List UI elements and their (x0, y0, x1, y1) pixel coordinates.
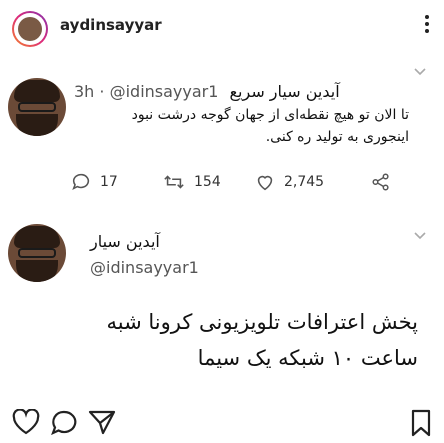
tweet-text-line-1: تا الان تو هیچ نقطه‌ای از جهان گوجه درشت… (131, 107, 409, 123)
profile-avatar[interactable] (12, 11, 48, 47)
more-options-icon[interactable] (424, 12, 430, 36)
like-button[interactable]: 2,745 (254, 170, 324, 194)
tweet-header: 3h · @idinsayyar1 آیدین سیار سریع (74, 82, 409, 101)
like-count: 2,745 (284, 174, 325, 190)
chevron-down-icon[interactable] (414, 68, 426, 76)
comment-icon[interactable] (50, 409, 78, 435)
tweet-handle[interactable]: @idinsayyar1 (90, 258, 199, 277)
tweet-text-line-2: ساعت ۱۰ شبکه یک سیما (197, 346, 418, 370)
tweet-author-avatar[interactable] (8, 224, 66, 282)
tweet-author-name[interactable]: آیدین سیار (90, 232, 160, 251)
tweet-actions: 17 154 2,745 (70, 170, 400, 198)
share-icon (372, 173, 389, 191)
chevron-down-icon[interactable] (414, 232, 426, 240)
avatar-face-icon (18, 17, 42, 41)
tweet-handle[interactable]: @idinsayyar1 (110, 82, 219, 101)
heart-icon[interactable] (12, 409, 40, 435)
tweet-author-name[interactable]: آیدین سیار سریع (230, 82, 340, 101)
share-button[interactable] (370, 170, 392, 194)
retweet-count: 154 (194, 174, 221, 190)
bookmark-icon[interactable] (410, 409, 432, 437)
tweet-text-line-1: پخش اعترافات تلویزیونی کرونا شبه (106, 310, 418, 334)
reply-button[interactable]: 17 (70, 170, 118, 194)
retweet-icon (164, 175, 184, 189)
tweet-author-avatar[interactable] (8, 78, 66, 136)
share-direct-icon[interactable] (88, 409, 116, 435)
heart-icon (257, 175, 273, 191)
separator-dot: · (99, 82, 110, 101)
tweet-2: آیدین سیار @idinsayyar1 پخش اعترافات تلو… (0, 210, 444, 400)
retweet-button[interactable]: 154 (162, 170, 221, 194)
reply-icon (72, 173, 90, 191)
profile-username[interactable]: aydinsayyar (60, 16, 162, 34)
post-actions-bar (0, 405, 444, 443)
instagram-header: aydinsayyar (0, 0, 444, 56)
reply-count: 17 (100, 174, 118, 190)
tweet-time: 3h (74, 82, 95, 101)
tweet-text-line-2: اینجوری به تولید ره کنی. (265, 129, 409, 145)
